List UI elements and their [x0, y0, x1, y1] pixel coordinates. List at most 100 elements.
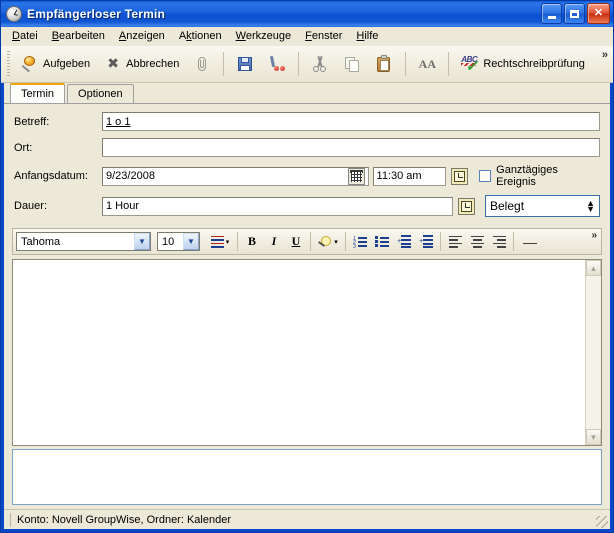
align-center-button[interactable]	[466, 231, 488, 252]
chevron-down-icon[interactable]: ▾	[226, 238, 230, 246]
cancel-x-icon: ✖	[107, 56, 119, 72]
numbered-list-button[interactable]: 1 2 3	[349, 231, 371, 252]
menu-bar: Datei Bearbeiten Anzeigen Aktionen Werkz…	[1, 27, 613, 46]
font-name-value: Tahoma	[21, 235, 61, 248]
duration-clock-button[interactable]	[458, 197, 475, 215]
paragraph-styles-button[interactable]: ▾	[206, 231, 234, 252]
increase-indent-button[interactable]: +	[415, 231, 437, 252]
menu-label-rest: erkzeuge	[245, 30, 292, 42]
bold-button[interactable]: B	[241, 231, 263, 252]
startdate-input[interactable]: 9/23/2008	[102, 166, 369, 186]
align-left-icon	[448, 235, 462, 248]
menu-label-rest: earbeiten	[59, 30, 105, 42]
spellcheck-icon: ABC ✓	[461, 55, 479, 75]
starttime-input[interactable]: 11:30 am	[372, 166, 447, 186]
toolbar-separator	[223, 52, 225, 76]
font-name-combo[interactable]: Tahoma ▼	[16, 232, 151, 251]
subject-input[interactable]: 1 o 1	[102, 112, 600, 131]
paragraph-styles-icon	[210, 235, 224, 248]
subject-label: Betreff:	[14, 115, 50, 128]
duration-value: 1 Hour	[106, 200, 140, 212]
place-label: Ort:	[14, 141, 33, 154]
resize-grip[interactable]	[596, 516, 608, 528]
menu-item-werkzeuge[interactable]: Werkzeuge	[229, 28, 298, 44]
tab-termin-label: Termin	[21, 88, 55, 100]
status-select[interactable]: Belegt ▲ ▼	[485, 195, 600, 217]
scissors-icon	[311, 55, 329, 73]
close-button[interactable]: ✕	[587, 3, 610, 24]
italic-button[interactable]: I	[263, 231, 285, 252]
status-value: Belegt	[490, 199, 525, 213]
chevron-down-icon[interactable]: ▾	[334, 238, 338, 246]
format-separator	[237, 232, 238, 251]
menu-item-bearbeiten[interactable]: Bearbeiten	[45, 28, 112, 44]
cut-button[interactable]	[304, 49, 336, 79]
status-divider	[10, 512, 11, 527]
status-text: Konto: Novell GroupWise, Ordner: Kalende…	[17, 513, 231, 526]
scroll-down-button[interactable]: ▼	[586, 429, 601, 445]
send-options-icon	[268, 55, 286, 73]
save-button[interactable]	[229, 49, 261, 79]
chevron-down-icon[interactable]: ▼	[134, 233, 150, 250]
menu-item-anzeigen[interactable]: Anzeigen	[112, 28, 172, 44]
paste-button[interactable]	[368, 49, 400, 79]
underline-button[interactable]: U	[285, 231, 307, 252]
format-separator	[345, 232, 346, 251]
message-body-input[interactable]	[13, 260, 585, 445]
allday-checkbox[interactable]	[479, 170, 492, 182]
format-separator	[440, 232, 441, 251]
align-right-icon	[492, 235, 506, 248]
paperclip-icon	[193, 55, 211, 73]
toolbar-separator	[298, 52, 300, 76]
start-clock-button[interactable]	[451, 167, 469, 185]
spellcheck-check-glyph: ✓	[465, 58, 478, 75]
font-button[interactable]: AA	[411, 49, 443, 79]
menu-item-fenster[interactable]: Fenster	[298, 28, 349, 44]
horizontal-rule-button[interactable]: —	[517, 231, 543, 252]
place-input[interactable]	[102, 138, 600, 157]
attachment-pane[interactable]	[12, 449, 602, 505]
startdate-label: Anfangsdatum:	[14, 170, 88, 182]
copy-button[interactable]	[336, 49, 368, 79]
give-button[interactable]: Aufgeben	[14, 49, 97, 79]
decrease-indent-icon: +	[397, 235, 411, 248]
status-spinner[interactable]: ▲ ▼	[586, 199, 595, 214]
body-scrollbar[interactable]: ▲ ▼	[585, 260, 601, 445]
floppy-save-icon	[236, 55, 254, 73]
attach-button[interactable]	[186, 49, 218, 79]
toolbar-overflow-button[interactable]: »	[602, 49, 608, 61]
align-left-button[interactable]	[444, 231, 466, 252]
font-size-combo[interactable]: 10 ▼	[157, 232, 200, 251]
send-options-button[interactable]	[261, 49, 293, 79]
chevron-down-icon[interactable]: ▼	[183, 233, 199, 250]
calendar-icon[interactable]	[347, 167, 365, 185]
menu-item-aktionen[interactable]: Aktionen	[172, 28, 229, 44]
spellcheck-button-label: Rechtschreibprüfung	[483, 58, 585, 70]
tab-termin[interactable]: Termin	[10, 83, 66, 103]
menu-item-hilfe[interactable]: Hilfe	[349, 28, 385, 44]
format-toolbar: Tahoma ▼ 10 ▼ ▾ B I U ▾ 1 2 3 + + — »	[12, 228, 602, 255]
allday-label: Ganztägiges Ereignis	[496, 164, 558, 188]
scroll-up-button[interactable]: ▲	[586, 260, 601, 276]
startdate-row: Anfangsdatum: 9/23/2008 11:30 am Ganztäg…	[14, 164, 600, 188]
toolbar-grip[interactable]	[7, 51, 10, 77]
minimize-icon	[547, 15, 556, 19]
decrease-indent-button[interactable]: +	[393, 231, 415, 252]
bulleted-list-button[interactable]	[371, 231, 393, 252]
duration-input[interactable]: 1 Hour	[102, 196, 453, 216]
menu-accel: B	[51, 30, 60, 42]
subject-value: 1 o 1	[106, 115, 131, 128]
align-right-button[interactable]	[488, 231, 510, 252]
cancel-button[interactable]: ✖ Abbrechen	[97, 49, 186, 79]
tab-optionen[interactable]: Optionen	[67, 84, 134, 103]
pushpin-icon	[21, 55, 39, 73]
spellcheck-button[interactable]: ABC ✓ Rechtschreibprüfung	[454, 49, 592, 79]
numbered-list-icon: 1 2 3	[353, 235, 367, 250]
menu-item-datei[interactable]: Datei	[5, 28, 45, 44]
minimize-button[interactable]	[541, 3, 562, 24]
highlight-color-button[interactable]: ▾	[314, 231, 342, 252]
maximize-button[interactable]	[564, 3, 585, 24]
allday-checkbox-row[interactable]: Ganztägiges Ereignis	[479, 164, 600, 188]
format-overflow-button[interactable]: »	[591, 230, 597, 241]
clipboard-paste-icon	[375, 55, 393, 73]
